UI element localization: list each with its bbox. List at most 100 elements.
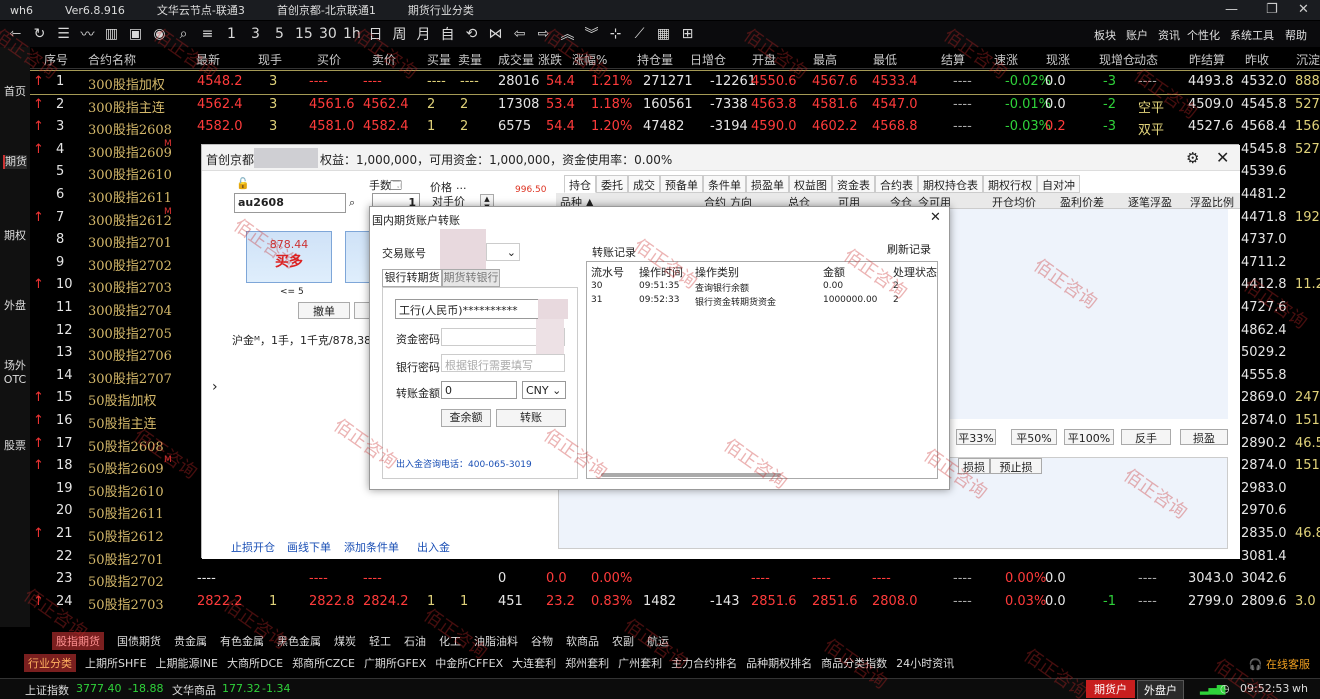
column-header[interactable]: 最高	[813, 51, 837, 68]
tab-pre-stoploss[interactable]: 预止损	[990, 458, 1042, 474]
position-tab[interactable]: 成交	[628, 175, 660, 193]
up-icon[interactable]: ︽	[559, 24, 576, 44]
back-icon[interactable]: ⇽	[7, 26, 24, 42]
grid-icon[interactable]: ▦	[655, 26, 672, 42]
table-row[interactable]: 23 50股指2702 ---- ---- ---- 0 0.0 0.00% ---- ---- -…	[30, 568, 1320, 591]
menu-news[interactable]: 资讯	[1158, 27, 1180, 43]
online-service-link[interactable]: 🎧 在线客服	[1249, 656, 1310, 672]
draw-icon[interactable]: ⟋	[631, 26, 648, 42]
tab-otc[interactable]: 场外OTC	[3, 359, 27, 387]
period-1min[interactable]: 1	[223, 26, 240, 42]
column-header[interactable]: 开盘	[752, 51, 776, 68]
link-stoploss-open[interactable]: 止损开仓	[231, 539, 275, 555]
period-15min[interactable]: 15	[295, 26, 313, 42]
f10-icon[interactable]: ▣	[127, 26, 144, 42]
exchange-tab[interactable]: 大商所DCE	[227, 655, 283, 671]
position-tab[interactable]: 损盈单	[746, 175, 789, 193]
lock-icon[interactable]: 🔓	[236, 177, 250, 190]
exchange-tab[interactable]: 大连套利	[512, 655, 556, 671]
column-header[interactable]: 序号	[44, 51, 68, 68]
cancel-extra-button[interactable]	[354, 302, 370, 319]
table-row[interactable]: ↑ 1 300股指加权 4548.2 3 ---- ---- ---- ---- 28016 54.…	[30, 70, 1320, 95]
records-column[interactable]: 流水号	[591, 264, 624, 280]
expand-icon[interactable]: ›	[212, 379, 218, 395]
period-5min[interactable]: 5	[271, 26, 288, 42]
position-tab[interactable]: 持仓	[564, 175, 596, 193]
position-column[interactable]: 逐笔浮盈	[1128, 194, 1172, 210]
period-month[interactable]: 月	[415, 24, 432, 44]
period-icon[interactable]: ⊞	[679, 26, 696, 42]
category-tab[interactable]: 谷物	[531, 633, 553, 649]
exchange-tab[interactable]: 上期所SHFE	[85, 655, 147, 671]
menu-bankuai[interactable]: 板块	[1094, 27, 1116, 43]
down-icon[interactable]: ︾	[583, 24, 600, 44]
currency-select[interactable]: CNY ⌄	[522, 381, 566, 399]
records-column[interactable]: 操作时间	[639, 264, 683, 280]
expand-icon[interactable]: ⊹	[607, 26, 624, 42]
column-header[interactable]: 现增仓	[1099, 51, 1135, 68]
cancel-order-button[interactable]: 撤单	[298, 302, 350, 319]
list-icon[interactable]: ☰	[55, 26, 72, 42]
tab-bank-to-futures[interactable]: 银行转期货	[382, 269, 442, 287]
period-week[interactable]: 周	[391, 24, 408, 44]
tab-foreign[interactable]: 外盘	[3, 299, 27, 313]
position-tab[interactable]: 条件单	[703, 175, 746, 193]
search-icon[interactable]: ⌕	[349, 196, 355, 210]
menu-personal[interactable]: 个性化	[1187, 27, 1220, 43]
search-icon[interactable]: ⌕	[175, 26, 192, 42]
column-header[interactable]: 动态	[1134, 51, 1158, 68]
column-header[interactable]: 持仓量	[637, 51, 673, 68]
menu-tools[interactable]: 系统工具	[1230, 27, 1274, 43]
position-tab[interactable]: 合约表	[875, 175, 918, 193]
column-header[interactable]: 昨结算	[1189, 51, 1225, 68]
table-row[interactable]: ↑ 2 300股指主连 4562.4 3 4561.6 4562.4 2 2 17308 53.4 1…	[30, 94, 1320, 117]
position-column[interactable]: 浮盈比例	[1190, 194, 1234, 210]
position-tab[interactable]: 预备单	[660, 175, 703, 193]
position-action-button[interactable]: 平50%	[1011, 429, 1057, 445]
rotate-icon[interactable]: ⟲	[463, 26, 480, 42]
category-tab[interactable]: 煤炭	[334, 633, 356, 649]
refresh-records-link[interactable]: 刷新记录	[887, 241, 931, 257]
buy-long-button[interactable]: 878.44 买多	[246, 231, 332, 283]
exchange-tab[interactable]: 广州套利	[618, 655, 662, 671]
period-3min[interactable]: 3	[247, 26, 264, 42]
futures-account-button[interactable]: 期货户	[1086, 680, 1135, 698]
records-column[interactable]: 金额	[823, 264, 845, 280]
transfer-button[interactable]: 转账	[496, 409, 566, 427]
column-header[interactable]: 现手	[258, 51, 282, 68]
menu-icon[interactable]: ≡	[199, 26, 216, 42]
column-header[interactable]: 涨跌	[538, 51, 562, 68]
category-tab[interactable]: 油脂油料	[474, 633, 518, 649]
nav-back-icon[interactable]: ⇦	[511, 26, 528, 42]
records-row[interactable]: 31 09:52:33 银行资金转期货资金 1000000.00 2	[587, 294, 937, 308]
exchange-tab[interactable]: 郑州套利	[565, 655, 609, 671]
position-action-button[interactable]: 平33%	[956, 429, 996, 445]
column-header[interactable]: 卖价	[372, 51, 396, 68]
position-action-button[interactable]: 反手	[1121, 429, 1171, 445]
table-row[interactable]: ↑ 3 300股指2608 4582.0 3 4581.0 4582.4 1 2 6575 54.4…	[30, 116, 1320, 139]
exchange-tab[interactable]: 广期所GFEX	[364, 655, 426, 671]
category-tab[interactable]: 航运	[647, 633, 669, 649]
tab-stoploss[interactable]: 损损	[958, 458, 990, 474]
exchange-tab[interactable]: 商品分类指数	[821, 655, 887, 671]
amount-input[interactable]: 0	[441, 381, 517, 399]
tab-home[interactable]: 首页	[3, 85, 27, 99]
category-tab[interactable]: 贵金属	[174, 633, 207, 649]
kline-icon[interactable]: ▥	[103, 26, 120, 42]
category-tab[interactable]: 国债期货	[117, 633, 161, 649]
table-row[interactable]: ↑ 24 50股指2703 2822.2 1 2822.8 2824.2 1 1 451 23.2 0…	[30, 591, 1320, 614]
column-header[interactable]: 涨幅%	[572, 51, 607, 68]
column-header[interactable]: 结算	[941, 51, 965, 68]
column-header[interactable]: 沉淀	[1296, 51, 1320, 68]
category-tab[interactable]: 股指期货	[52, 632, 104, 650]
column-header[interactable]: 昨收	[1245, 51, 1269, 68]
position-tab[interactable]: 自对冲	[1037, 175, 1080, 193]
column-header[interactable]: 最低	[873, 51, 897, 68]
column-header[interactable]: 日增仓	[690, 51, 726, 68]
position-tab[interactable]: 委托	[596, 175, 628, 193]
category-tab[interactable]: 农副	[612, 633, 634, 649]
exchange-tab[interactable]: 主力合约排名	[671, 655, 737, 671]
exchange-tab[interactable]: 品种期权排名	[746, 655, 812, 671]
records-column[interactable]: 处理状态	[893, 264, 937, 280]
column-header[interactable]: 现涨	[1046, 51, 1070, 68]
